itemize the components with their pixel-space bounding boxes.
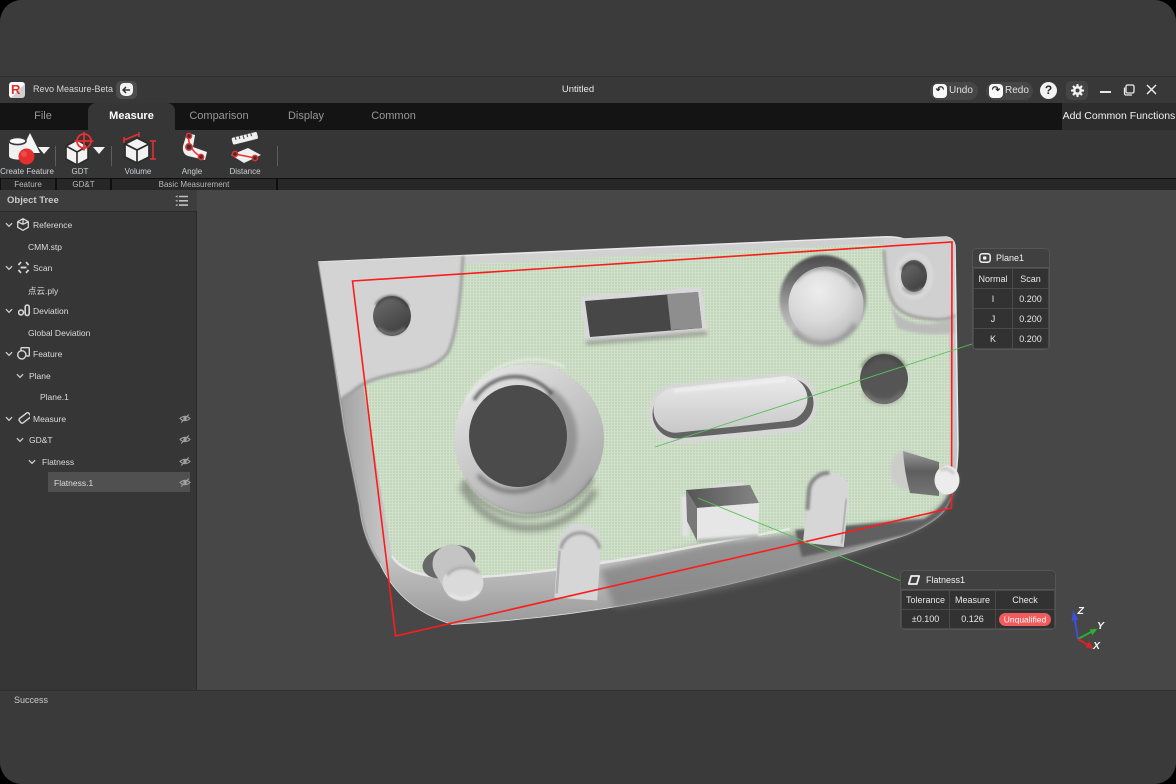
svg-text:Y: Y bbox=[1097, 620, 1105, 632]
svg-text:X: X bbox=[1092, 640, 1101, 652]
svg-text:Z: Z bbox=[1077, 605, 1085, 617]
